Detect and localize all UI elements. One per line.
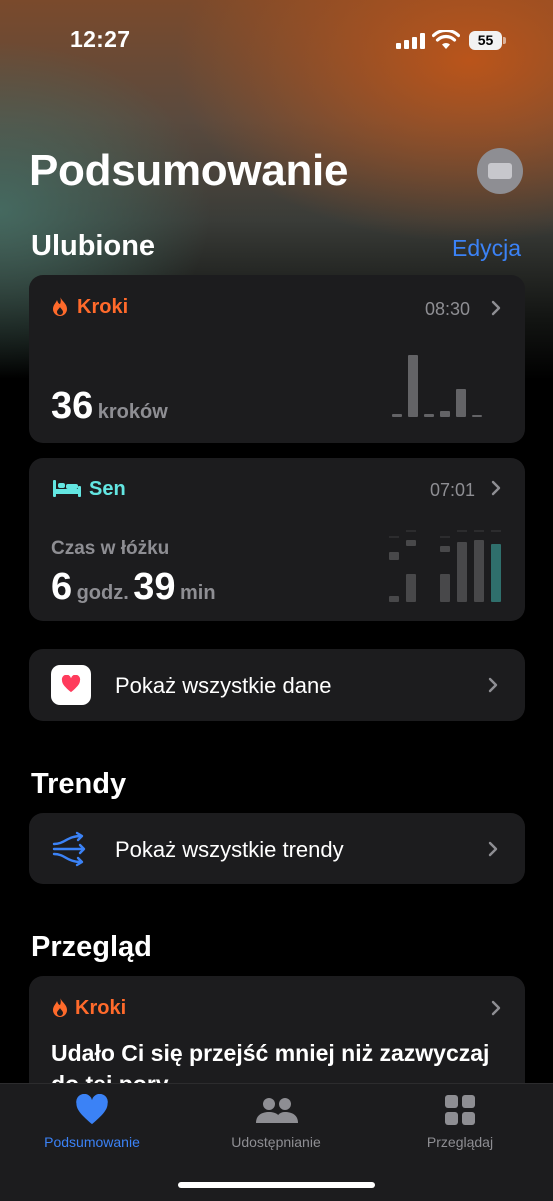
highlight-label: Kroki — [75, 997, 127, 1019]
favorites-title: Ulubione — [31, 230, 156, 262]
chevron-right-icon — [491, 300, 501, 316]
heart-icon — [61, 675, 81, 693]
flame-icon — [53, 296, 67, 316]
health-app-icon — [51, 665, 91, 705]
steps-label: Kroki — [77, 296, 129, 318]
profile-avatar[interactable] — [477, 148, 523, 194]
chevron-right-icon — [491, 480, 501, 496]
flame-icon — [53, 997, 67, 1017]
show-all-data-row[interactable]: Pokaż wszystkie dane — [29, 649, 525, 721]
sleep-bar — [406, 530, 416, 602]
sleep-hours-unit: godz. — [76, 582, 129, 604]
steps-bar — [456, 389, 466, 417]
heart-icon — [76, 1094, 108, 1125]
highlights-title: Przegląd — [31, 931, 152, 963]
battery-icon: 55 — [469, 31, 506, 50]
sleep-bar — [474, 530, 484, 602]
steps-bar — [440, 411, 450, 417]
highlight-text: Udało Ci się przejść mniej niż zazwyczaj — [51, 1040, 490, 1066]
tab-browse-label: Przeglądaj — [426, 1134, 494, 1150]
sleep-mini-chart — [389, 528, 505, 602]
page-title: Podsumowanie — [29, 146, 349, 195]
sleep-card[interactable]: Sen 07:01 Czas w łóżku 6 godz. 39 min — [29, 458, 525, 621]
steps-card[interactable]: Kroki 08:30 36 kroków — [29, 275, 525, 443]
sleep-bar — [457, 530, 467, 602]
battery-level: 55 — [469, 31, 502, 50]
tab-sharing[interactable]: Udostępnianie — [196, 1084, 356, 1164]
sleep-bar — [440, 536, 450, 602]
edit-button[interactable]: Edycja — [452, 235, 521, 262]
trends-title: Trendy — [31, 768, 127, 800]
tab-summary-label: Podsumowanie — [44, 1134, 140, 1150]
chevron-right-icon — [491, 1000, 501, 1016]
tab-sharing-label: Udostępnianie — [231, 1134, 321, 1150]
steps-value-group: 36 kroków — [51, 385, 168, 428]
people-icon — [256, 1098, 298, 1123]
show-all-trends-row[interactable]: Pokaż wszystkie trendy — [29, 813, 525, 884]
show-all-trends-label: Pokaż wszystkie trendy — [115, 837, 344, 862]
bed-icon — [53, 480, 81, 497]
avatar-placeholder-icon — [488, 163, 512, 179]
show-all-data-label: Pokaż wszystkie dane — [115, 673, 332, 698]
steps-unit: kroków — [97, 401, 168, 423]
chevron-right-icon — [488, 677, 498, 693]
sleep-minutes: 39 — [133, 566, 176, 608]
sleep-subtitle: Czas w łóżku — [51, 538, 170, 559]
tab-summary[interactable]: Podsumowanie — [12, 1084, 172, 1164]
chevron-right-icon — [488, 841, 498, 857]
trends-icon — [52, 831, 86, 867]
steps-mini-chart — [392, 353, 488, 417]
grid-icon — [445, 1095, 475, 1125]
steps-time: 08:30 — [425, 299, 471, 319]
status-time: 12:27 — [70, 26, 131, 52]
tab-browse[interactable]: Przeglądaj — [380, 1084, 540, 1164]
sleep-minutes-unit: min — [180, 582, 216, 604]
steps-bar — [472, 415, 482, 417]
steps-value: 36 — [51, 385, 94, 427]
sleep-hours: 6 — [51, 566, 73, 608]
sleep-bar-today — [491, 530, 501, 602]
cellular-signal-icon — [396, 33, 426, 49]
steps-bar — [408, 355, 418, 417]
sleep-time: 07:01 — [430, 480, 476, 500]
sleep-value-group: 6 godz. 39 min — [51, 566, 216, 609]
sleep-label: Sen — [89, 478, 126, 500]
steps-bar — [424, 414, 434, 417]
sleep-bar — [389, 536, 399, 602]
steps-bar — [392, 414, 402, 417]
wifi-icon — [432, 30, 460, 49]
home-indicator[interactable] — [178, 1182, 375, 1188]
